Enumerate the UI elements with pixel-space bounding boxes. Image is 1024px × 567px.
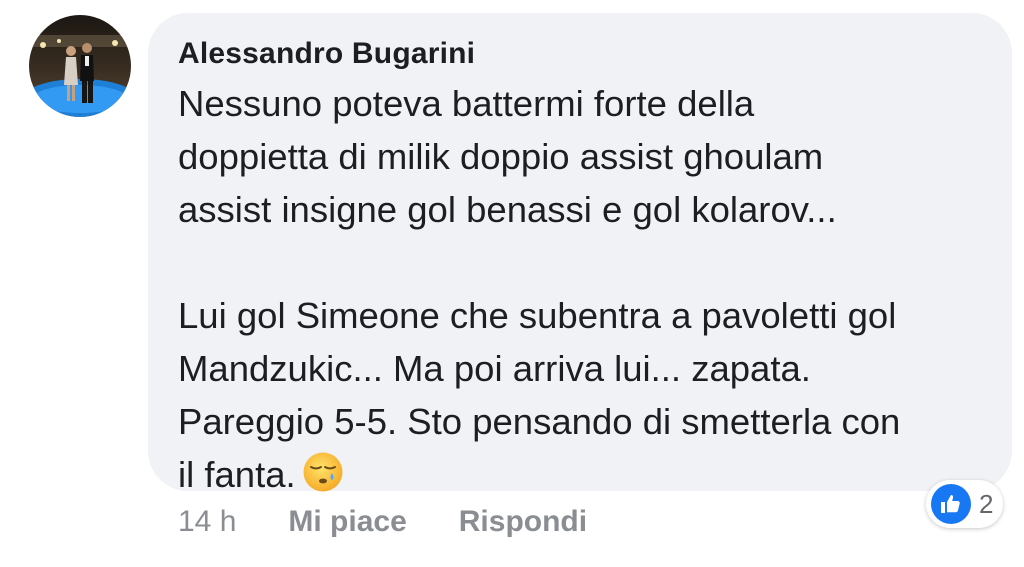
like-button[interactable]: Mi piace: [288, 505, 406, 539]
comment-paragraph-2: Lui gol Simeone che subentra a pavoletti…: [178, 289, 992, 501]
comment-line: assist insigne gol benassi e gol kolarov…: [178, 189, 837, 230]
reaction-summary[interactable]: 2: [926, 480, 1004, 528]
comment-author[interactable]: Alessandro Bugarini: [178, 35, 992, 73]
comment-text: Nessuno poteva battermi forte della dopp…: [178, 77, 992, 501]
comment-line-last: il fanta.: [178, 448, 992, 501]
like-icon: [931, 484, 971, 524]
reply-button[interactable]: Rispondi: [459, 505, 587, 539]
comment-line: Mandzukic... Ma poi arriva lui... zapata…: [178, 348, 811, 389]
profile-photo: [29, 15, 131, 117]
comment-timestamp[interactable]: 14 h: [178, 505, 236, 539]
comment-line: Lui gol Simeone che subentra a pavoletti…: [178, 295, 897, 336]
comment-bubble: Alessandro Bugarini Nessuno poteva batte…: [148, 13, 1012, 495]
sleepy-face-icon: [302, 451, 344, 493]
comment-paragraph-1: Nessuno poteva battermi forte della dopp…: [178, 77, 992, 236]
comment-line: doppietta di milik doppio assist ghoulam: [178, 136, 824, 177]
comment-line: il fanta.: [178, 454, 296, 495]
reaction-count: 2: [979, 488, 994, 519]
avatar[interactable]: [29, 15, 131, 117]
comment-line: Nessuno poteva battermi forte della: [178, 83, 755, 124]
comment-actions: 14 h Mi piace Rispondi: [178, 502, 587, 542]
comment-line: Pareggio 5-5. Sto pensando di smetterla …: [178, 401, 901, 442]
